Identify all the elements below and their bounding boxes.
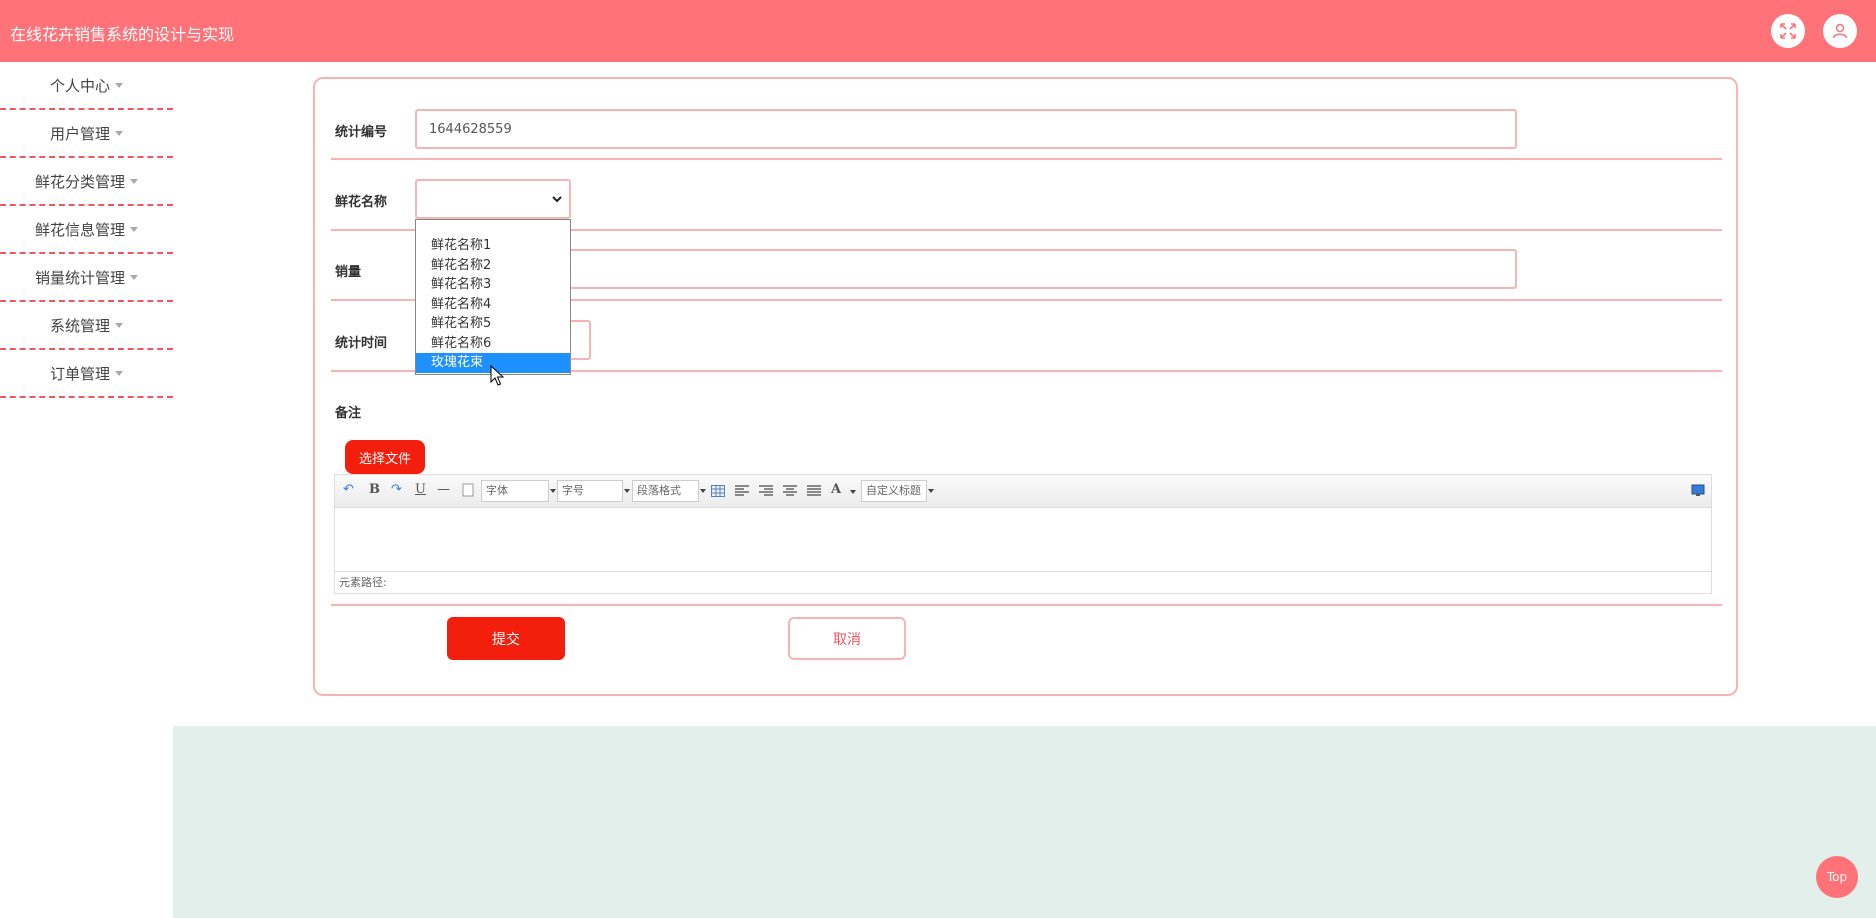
divider xyxy=(331,158,1722,160)
caret-down-icon xyxy=(624,489,630,493)
dropdown-option[interactable]: 鲜花名称5 xyxy=(416,314,570,334)
sidebar-item-label: 销量统计管理 xyxy=(34,268,125,287)
stat-id-value: 1644628559 xyxy=(429,121,512,137)
app-title: 在线花卉销售系统的设计与实现 xyxy=(10,25,235,44)
sidebar-item-label: 鲜花分类管理 xyxy=(34,172,125,191)
preview-icon[interactable] xyxy=(1691,483,1705,497)
redo-icon[interactable]: ↷ xyxy=(391,482,402,497)
sidebar-item-system[interactable]: 系统管理 xyxy=(0,302,173,350)
sidebar-item-user-management[interactable]: 用户管理 xyxy=(0,110,173,158)
sidebar-item-label: 用户管理 xyxy=(49,124,110,143)
top-header: 在线花卉销售系统的设计与实现 xyxy=(0,0,1876,62)
remark-label: 备注 xyxy=(335,406,362,421)
sidebar-item-label: 订单管理 xyxy=(49,364,110,383)
dropdown-option[interactable]: 鲜花名称3 xyxy=(416,275,570,295)
sidebar-item-label: 鲜花信息管理 xyxy=(34,220,125,239)
element-path-label: 元素路径: xyxy=(339,576,387,589)
form-card: 统计编号 1644628559 鲜花名称 鲜花名称1 鲜花名称2 鲜花名称3 鲜… xyxy=(313,77,1738,696)
sales-label: 销量 xyxy=(335,265,362,280)
sidebar-item-flower-category[interactable]: 鲜花分类管理 xyxy=(0,158,173,206)
divider xyxy=(331,604,1722,606)
footer-area xyxy=(173,726,1876,918)
caret-down-icon xyxy=(130,274,138,280)
font-size-select[interactable]: 字号 xyxy=(557,480,630,502)
dropdown-option[interactable]: 鲜花名称6 xyxy=(416,334,570,354)
flower-name-select[interactable] xyxy=(415,179,571,219)
caret-down-icon xyxy=(928,489,934,493)
caret-down-icon xyxy=(130,226,138,232)
undo-icon[interactable]: ↶ xyxy=(343,482,354,497)
mouse-cursor-icon xyxy=(490,365,505,386)
align-right-icon[interactable] xyxy=(759,485,773,497)
stat-id-input[interactable]: 1644628559 xyxy=(415,109,1517,149)
font-color-icon[interactable]: A xyxy=(831,482,841,497)
cancel-button[interactable]: 取消 xyxy=(788,617,906,660)
caret-down-icon xyxy=(130,178,138,184)
editor-content-area[interactable] xyxy=(335,508,1711,570)
caret-down-icon xyxy=(850,490,856,494)
chevron-down-icon xyxy=(552,196,562,203)
stat-id-label: 统计编号 xyxy=(335,125,388,140)
horizontal-rule-icon[interactable]: — xyxy=(437,482,450,497)
paragraph-value: 段落格式 xyxy=(637,484,681,497)
align-left-icon[interactable] xyxy=(735,485,749,497)
clear-doc-icon[interactable] xyxy=(462,483,474,497)
sidebar-item-label: 个人中心 xyxy=(49,76,110,95)
dropdown-option[interactable]: 鲜花名称4 xyxy=(416,295,570,315)
stat-time-label: 统计时间 xyxy=(335,336,388,351)
flower-name-dropdown: 鲜花名称1 鲜花名称2 鲜花名称3 鲜花名称4 鲜花名称5 鲜花名称6 玫瑰花束 xyxy=(415,219,571,375)
align-justify-icon[interactable] xyxy=(807,485,821,497)
font-size-value: 字号 xyxy=(562,484,584,497)
user-button[interactable] xyxy=(1823,14,1857,48)
sidebar-item-flower-info[interactable]: 鲜花信息管理 xyxy=(0,206,173,254)
fullscreen-icon xyxy=(1780,23,1796,39)
font-family-select[interactable]: 字体 xyxy=(481,480,556,502)
user-icon xyxy=(1832,23,1848,39)
sidebar-item-label: 系统管理 xyxy=(49,316,110,335)
bold-icon[interactable]: B xyxy=(369,482,380,497)
caret-down-icon xyxy=(550,489,556,493)
back-to-top-button[interactable]: Top xyxy=(1816,856,1858,898)
dropdown-option[interactable]: 鲜花名称2 xyxy=(416,256,570,276)
editor-toolbar: ↶ B ↷ U — 字体 字号 段落格式 A 自定义标题 xyxy=(335,475,1711,508)
sidebar-item-personal-center[interactable]: 个人中心 xyxy=(0,62,173,110)
choose-file-button[interactable]: 选择文件 xyxy=(345,440,425,474)
rich-text-editor: ↶ B ↷ U — 字体 字号 段落格式 A 自定义标题 元素路径: xyxy=(334,474,1712,594)
editor-statusbar: 元素路径: xyxy=(335,571,1711,593)
font-family-value: 字体 xyxy=(486,484,508,497)
custom-title-value: 自定义标题 xyxy=(866,484,921,497)
sidebar: 个人中心 用户管理 鲜花分类管理 鲜花信息管理 销量统计管理 系统管理 订单管理 xyxy=(0,62,173,398)
align-center-icon[interactable] xyxy=(783,485,797,497)
underline-icon[interactable]: U xyxy=(415,482,426,497)
caret-down-icon xyxy=(115,370,123,376)
dropdown-option[interactable]: 鲜花名称1 xyxy=(416,236,570,256)
caret-down-icon xyxy=(115,322,123,328)
flower-name-label: 鲜花名称 xyxy=(335,195,388,210)
fullscreen-button[interactable] xyxy=(1771,14,1805,48)
sidebar-item-sales-stats[interactable]: 销量统计管理 xyxy=(0,254,173,302)
caret-down-icon xyxy=(115,82,123,88)
paragraph-select[interactable]: 段落格式 xyxy=(632,480,706,502)
caret-down-icon xyxy=(700,489,706,493)
table-icon[interactable] xyxy=(711,485,725,497)
submit-button[interactable]: 提交 xyxy=(447,617,565,660)
custom-title-select[interactable]: 自定义标题 xyxy=(861,480,934,502)
sidebar-item-orders[interactable]: 订单管理 xyxy=(0,350,173,398)
sales-input[interactable] xyxy=(415,249,1517,289)
caret-down-icon xyxy=(115,130,123,136)
